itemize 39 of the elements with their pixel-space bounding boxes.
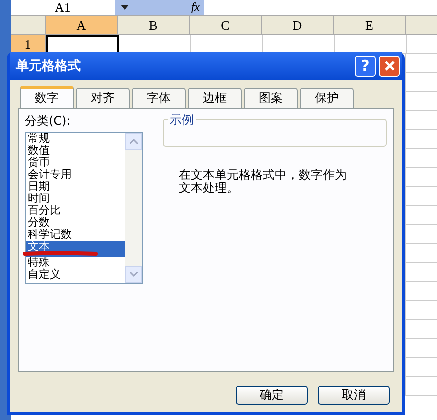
list-item[interactable]: 特殊 [26,257,125,269]
scrollbar[interactable] [125,133,142,283]
dialog-button[interactable]: 取消 [318,386,390,405]
tab[interactable]: 对齐 [76,88,130,108]
close-button[interactable] [379,56,400,76]
dropdown-button[interactable] [115,0,135,15]
column-header[interactable]: E [334,16,406,35]
list-item[interactable]: 百分比 [26,205,125,217]
column-header[interactable]: D [262,16,334,35]
category-label: 分类(C): [25,113,72,130]
list-item[interactable]: 科学记数 [26,229,125,241]
column-header[interactable]: C [190,16,262,35]
dialog-button[interactable]: 确定 [236,386,308,405]
tab[interactable]: 数字 [20,86,74,110]
formula-label[interactable]: fx [135,0,204,15]
list-item[interactable]: 会计专用 [26,169,125,181]
list-item[interactable]: 日期 [26,181,125,193]
dialog-title: 单元格格式 [16,58,82,75]
caret-icon [121,5,129,10]
list-item[interactable]: 货币 [26,157,125,169]
column-header[interactable]: B [118,16,190,35]
tab[interactable]: 字体 [132,88,186,108]
scroll-up-button[interactable] [125,133,142,150]
tab[interactable]: 保护 [300,88,354,108]
column-header[interactable]: A [46,16,118,35]
list-item[interactable]: 自定义 [26,269,125,281]
sample-label: 示例 [168,112,196,129]
select-all-corner[interactable] [11,16,46,35]
help-button[interactable]: ? [355,56,376,76]
close-icon [384,60,396,72]
list-item[interactable]: 时间 [26,193,125,205]
list-item[interactable]: 常规 [26,133,125,145]
tab[interactable]: 图案 [244,88,298,108]
description-text: 在文本单元格格式中，数字作为文本处理。 [179,169,348,195]
list-item[interactable]: 分数 [26,217,125,229]
list-item[interactable]: 数值 [26,145,125,157]
name-box[interactable]: A1 [11,0,115,15]
scroll-down-button[interactable] [125,266,142,283]
tab[interactable]: 边框 [188,88,242,108]
